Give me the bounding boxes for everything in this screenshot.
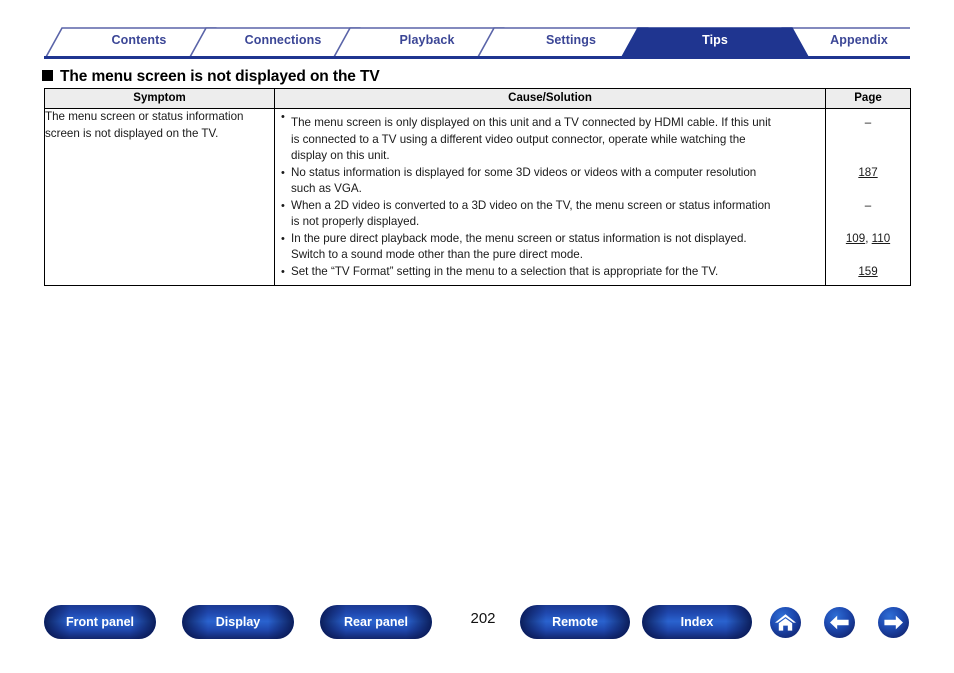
- page-link[interactable]: 110: [872, 232, 890, 245]
- front-panel-label: Front panel: [65, 615, 135, 629]
- tab-label-text: Contents: [111, 33, 167, 47]
- bullet-icon: •: [281, 232, 285, 245]
- cause-line: In the pure direct playback mode, the me…: [291, 231, 747, 245]
- cause-cell: • The menu screen is only displayed on t…: [274, 108, 826, 286]
- page-link[interactable]: 159: [858, 265, 877, 278]
- column-header-page: Page: [825, 88, 911, 109]
- page-title-text: The menu screen is not displayed on the …: [60, 68, 380, 85]
- cause-item: • When a 2D video is converted to a 3D v…: [275, 198, 825, 231]
- page-value: 109, 110: [826, 231, 910, 248]
- cause-list: • The menu screen is only displayed on t…: [275, 109, 825, 285]
- home-button[interactable]: [770, 607, 801, 638]
- bullet-icon: •: [281, 199, 285, 212]
- rear-panel-label: Rear panel: [344, 615, 408, 629]
- cause-line: When a 2D video is converted to a 3D vid…: [291, 198, 771, 212]
- bullet-icon: •: [281, 111, 285, 123]
- bullet-icon: •: [281, 166, 285, 179]
- index-button[interactable]: Index: [642, 605, 752, 639]
- cause-line: Set the “TV Format” setting in the menu …: [291, 264, 719, 278]
- page-dash: –: [864, 116, 872, 129]
- column-header-cause: Cause/Solution: [274, 88, 826, 109]
- symptom-table: Symptom Cause/Solution Page The menu scr…: [44, 88, 911, 286]
- home-icon: [775, 614, 796, 631]
- cause-line: is connected to a TV using a different v…: [291, 132, 746, 146]
- symptom-cell: The menu screen or status information sc…: [44, 108, 275, 286]
- column-header-symptom: Symptom: [44, 88, 275, 109]
- tab-label-text: Tips: [702, 33, 728, 47]
- tab-label-text: Playback: [399, 33, 455, 47]
- tab-bar: Contents Connections Playback Settings T…: [44, 24, 910, 60]
- cause-line: Switch to a sound mode other than the pu…: [291, 248, 583, 261]
- cause-item: • In the pure direct playback mode, the …: [275, 231, 825, 264]
- table-body: The menu screen or status information sc…: [44, 108, 911, 286]
- arrow-left-icon: [830, 615, 849, 630]
- page-number: 202: [470, 610, 496, 627]
- display-button[interactable]: Display: [182, 605, 294, 639]
- cause-item: • Set the “TV Format” setting in the men…: [275, 264, 825, 286]
- tab-label-text: Appendix: [830, 33, 888, 47]
- page-link[interactable]: 187: [858, 166, 877, 179]
- arrow-right-icon: [884, 615, 903, 630]
- page-value: –: [826, 115, 910, 132]
- page-link[interactable]: 109: [846, 232, 865, 245]
- cause-line: display on this unit.: [291, 149, 390, 162]
- cause-line: is not properly displayed.: [291, 215, 420, 228]
- remote-label: Remote: [552, 615, 598, 629]
- footer-nav: Front panel Display Rear panel 202 Remot…: [0, 605, 954, 653]
- next-button[interactable]: [878, 607, 909, 638]
- page-title: The menu screen is not displayed on the …: [42, 68, 380, 86]
- table-header-row: Symptom Cause/Solution Page: [44, 88, 911, 109]
- index-label: Index: [680, 615, 714, 629]
- tab-label-text: Settings: [545, 33, 597, 47]
- cause-item: • The menu screen is only displayed on t…: [275, 109, 825, 165]
- page-cell: – 187 – 109, 110 159: [825, 108, 911, 286]
- black-square-icon: [42, 70, 53, 81]
- cause-line: No status information is displayed for s…: [291, 165, 757, 179]
- page-list: – 187 – 109, 110 159: [826, 115, 910, 280]
- table-row: The menu screen or status information sc…: [44, 108, 911, 286]
- display-label: Display: [215, 615, 261, 629]
- remote-button[interactable]: Remote: [520, 605, 630, 639]
- rear-panel-button[interactable]: Rear panel: [320, 605, 432, 639]
- cause-item: • No status information is displayed for…: [275, 165, 825, 198]
- tab-appendix[interactable]: Appendix: [774, 24, 944, 57]
- bullet-icon: •: [281, 265, 285, 278]
- front-panel-button[interactable]: Front panel: [44, 605, 156, 639]
- back-button[interactable]: [824, 607, 855, 638]
- table-head: Symptom Cause/Solution Page: [44, 88, 911, 109]
- page-value: 187: [826, 165, 910, 182]
- page-value: 159: [826, 264, 910, 281]
- page-dash: –: [864, 198, 872, 212]
- tab-label-text: Connections: [244, 33, 322, 47]
- cause-line: such as VGA.: [291, 182, 362, 195]
- cause-line: The menu screen is only displayed on thi…: [291, 116, 771, 129]
- page-value: –: [826, 198, 910, 215]
